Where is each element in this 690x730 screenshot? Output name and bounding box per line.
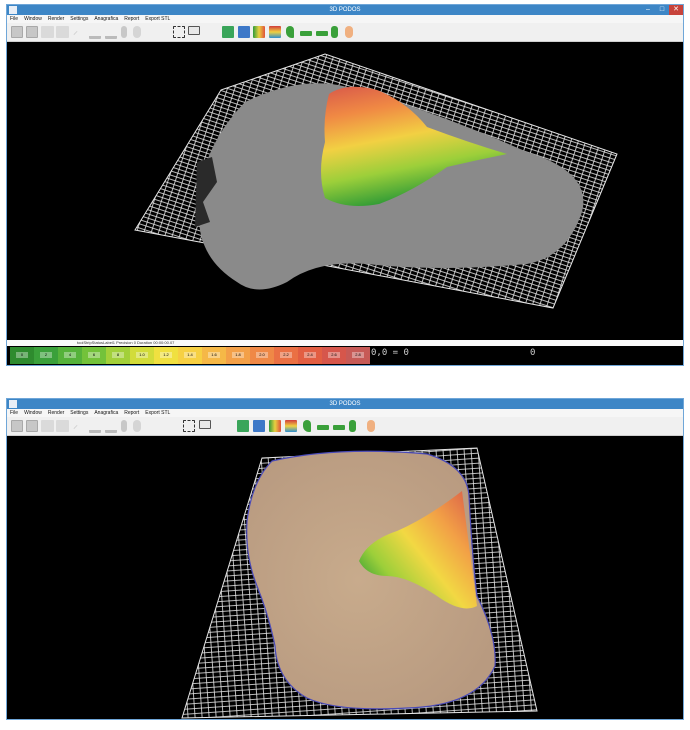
legend-label: 6 [88, 352, 100, 358]
foot-icon[interactable]: ⸝ [73, 420, 85, 432]
save-icon[interactable] [11, 26, 23, 38]
gradient-icon[interactable] [269, 26, 281, 38]
close-button[interactable]: ✕ [669, 5, 683, 15]
grid-blue-icon[interactable] [238, 26, 250, 38]
panel-icon[interactable] [41, 26, 54, 38]
menu-bar: File Window Render Settings Anagrafica R… [7, 409, 683, 417]
window-title: 3D PODOS [329, 401, 361, 407]
legend-label: 1.2 [160, 352, 172, 358]
legend-label: 2.8 [352, 352, 364, 358]
foot-icon[interactable]: ⸝ [73, 26, 85, 38]
save-green-icon[interactable] [222, 26, 234, 38]
save-green-icon[interactable] [237, 420, 249, 432]
select-icon[interactable] [183, 420, 195, 432]
3d-viewport[interactable] [7, 436, 683, 719]
menu-settings[interactable]: Settings [70, 15, 88, 23]
monitor-icon[interactable] [188, 26, 200, 35]
menu-file[interactable]: File [10, 409, 18, 417]
legend-label: 2.4 [304, 352, 316, 358]
foot-flat-green-icon[interactable] [316, 31, 328, 36]
foot-small-green-icon[interactable] [331, 26, 338, 38]
menu-report[interactable]: Report [124, 15, 139, 23]
ear-icon[interactable] [367, 420, 375, 432]
value-readout: 0,0 = 0 [371, 348, 409, 358]
foot-flat-green-icon[interactable] [333, 425, 345, 430]
shape-icon[interactable] [133, 26, 141, 38]
bottle-icon[interactable] [121, 420, 127, 432]
legend-label: 1.8 [232, 352, 244, 358]
legend-label: 8 [112, 352, 124, 358]
heatmap-icon[interactable] [269, 420, 281, 432]
legend-label: 2 [40, 352, 52, 358]
value-readout-right: 0 [530, 348, 536, 358]
foot-flat-icon[interactable] [105, 30, 117, 39]
menu-report[interactable]: Report [124, 409, 139, 417]
foot-scan-render [181, 447, 538, 719]
legend-label: 2.0 [256, 352, 268, 358]
foot-green-icon[interactable] [286, 26, 294, 38]
foot-flat-icon[interactable] [105, 424, 117, 433]
foot-side-green-icon[interactable] [300, 31, 312, 36]
foot-side-icon[interactable] [89, 424, 101, 433]
menu-settings[interactable]: Settings [70, 409, 88, 417]
maximize-button[interactable]: □ [655, 5, 669, 15]
heatmap-icon[interactable] [253, 26, 265, 38]
menu-anagrafica[interactable]: Anagrafica [94, 409, 118, 417]
panel-icon[interactable] [56, 420, 69, 432]
menu-window[interactable]: Window [24, 409, 42, 417]
podos-window-bottom: 3D PODOS File Window Render Settings Ana… [6, 398, 684, 720]
toolbar: ⸝ [7, 23, 683, 42]
menu-bar: File Window Render Settings Anagrafica R… [7, 15, 683, 23]
title-bar: 3D PODOS – □ ✕ [7, 5, 683, 15]
legend-label: 4 [64, 352, 76, 358]
menu-export-stl[interactable]: Export STL [145, 15, 170, 23]
select-icon[interactable] [173, 26, 185, 38]
menu-render[interactable]: Render [48, 15, 64, 23]
bottle-icon[interactable] [121, 26, 127, 38]
menu-anagrafica[interactable]: Anagrafica [94, 15, 118, 23]
monitor-icon[interactable] [199, 420, 211, 429]
legend-label: 1.4 [184, 352, 196, 358]
legend-label: 0 [16, 352, 28, 358]
3d-viewport[interactable] [7, 42, 683, 340]
menu-render[interactable]: Render [48, 409, 64, 417]
window-title: 3D PODOS [329, 7, 361, 13]
foot-side-green-icon[interactable] [317, 425, 329, 430]
ear-icon[interactable] [345, 26, 353, 38]
legend-label: 2.2 [280, 352, 292, 358]
app-icon [9, 6, 17, 14]
panel-icon[interactable] [41, 420, 54, 432]
color-legend: 0 2 4 6 8 1.0 1.2 1.4 1.6 1.8 2.0 2.2 2.… [7, 346, 683, 365]
foot-small-green-icon[interactable] [349, 420, 356, 432]
foot-side-icon[interactable] [89, 30, 101, 39]
app-icon [9, 400, 17, 408]
menu-window[interactable]: Window [24, 15, 42, 23]
title-bar: 3D PODOS [7, 399, 683, 409]
legend-label: 1.0 [136, 352, 148, 358]
minimize-button[interactable]: – [641, 5, 655, 15]
grid-icon[interactable] [26, 420, 38, 432]
save-icon[interactable] [11, 420, 23, 432]
toolbar: ⸝ [7, 417, 683, 436]
foot-scan-render [134, 53, 618, 309]
grid-blue-icon[interactable] [253, 420, 265, 432]
legend-label: 1.6 [208, 352, 220, 358]
gradient-icon[interactable] [285, 420, 297, 432]
shape-icon[interactable] [133, 420, 141, 432]
legend-label: 2.6 [328, 352, 340, 358]
grid-icon[interactable] [26, 26, 38, 38]
menu-file[interactable]: File [10, 15, 18, 23]
foot-green-icon[interactable] [303, 420, 311, 432]
podos-window-top: 3D PODOS – □ ✕ File Window Render Settin… [6, 4, 684, 366]
panel-icon[interactable] [56, 26, 69, 38]
menu-export-stl[interactable]: Export STL [145, 409, 170, 417]
